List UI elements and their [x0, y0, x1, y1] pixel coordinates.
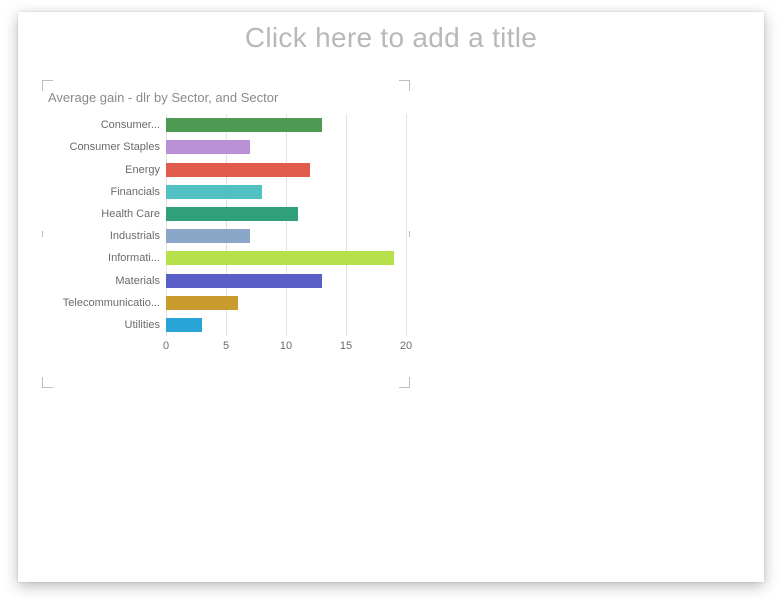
- chart-x-tick-label: 10: [280, 340, 292, 352]
- chart-title: Average gain - dlr by Sector, and Sector: [46, 84, 406, 115]
- chart-bar[interactable]: [166, 251, 394, 265]
- chart-bar-fill: [166, 274, 322, 288]
- chart-x-axis: 05101520: [166, 340, 406, 354]
- chart-y-tick-label: Informati...: [48, 251, 160, 265]
- chart-bar-fill: [166, 140, 250, 154]
- selection-handle-icon: [42, 377, 53, 388]
- chart-bar[interactable]: [166, 140, 250, 154]
- chart-bar-fill: [166, 118, 322, 132]
- chart-y-tick-label: Financials: [48, 185, 160, 199]
- chart-x-tick-label: 20: [400, 340, 412, 352]
- report-canvas: Click here to add a title Average gain -…: [18, 12, 764, 582]
- chart-bar-fill: [166, 207, 298, 221]
- chart-y-tick-label: Utilities: [48, 318, 160, 332]
- chart-y-tick-label: Materials: [48, 274, 160, 288]
- selection-handle-icon: [399, 80, 410, 91]
- chart-bar[interactable]: [166, 318, 202, 332]
- chart-y-tick-label: Industrials: [48, 229, 160, 243]
- chart-bar-fill: [166, 251, 394, 265]
- chart-bar[interactable]: [166, 296, 238, 310]
- chart-y-tick-label: Energy: [48, 163, 160, 177]
- chart-bar[interactable]: [166, 229, 250, 243]
- chart-bar[interactable]: [166, 207, 298, 221]
- chart-gridline: [286, 114, 287, 336]
- chart-bars-area: Consumer...Consumer StaplesEnergyFinanci…: [166, 114, 406, 336]
- chart-bar[interactable]: [166, 274, 322, 288]
- chart-y-tick-label: Telecommunicatio...: [48, 296, 160, 310]
- chart-bar[interactable]: [166, 185, 262, 199]
- selection-handle-icon: [399, 377, 410, 388]
- chart-x-tick-label: 5: [223, 340, 229, 352]
- chart-y-tick-label: Consumer Staples: [48, 140, 160, 154]
- chart-x-tick-label: 15: [340, 340, 352, 352]
- chart-gridline: [406, 114, 407, 336]
- chart-bar-fill: [166, 163, 310, 177]
- report-title-placeholder[interactable]: Click here to add a title: [18, 22, 764, 54]
- chart-plot-area: Consumer... Consumer Staples Energy Financi…: [46, 114, 406, 364]
- chart-y-tick-label: Health Care: [48, 207, 160, 221]
- chart-gridline: [346, 114, 347, 336]
- selection-handle-icon: [42, 80, 53, 91]
- chart-y-tick-label: Consumer...: [48, 118, 160, 132]
- chart-x-tick-label: 0: [163, 340, 169, 352]
- chart-bar-fill: [166, 318, 202, 332]
- chart-visual[interactable]: Average gain - dlr by Sector, and Sector…: [46, 84, 406, 384]
- chart-bar[interactable]: [166, 163, 310, 177]
- chart-bar[interactable]: [166, 118, 322, 132]
- chart-bar-fill: [166, 229, 250, 243]
- chart-bar-fill: [166, 185, 262, 199]
- chart-bar-fill: [166, 296, 238, 310]
